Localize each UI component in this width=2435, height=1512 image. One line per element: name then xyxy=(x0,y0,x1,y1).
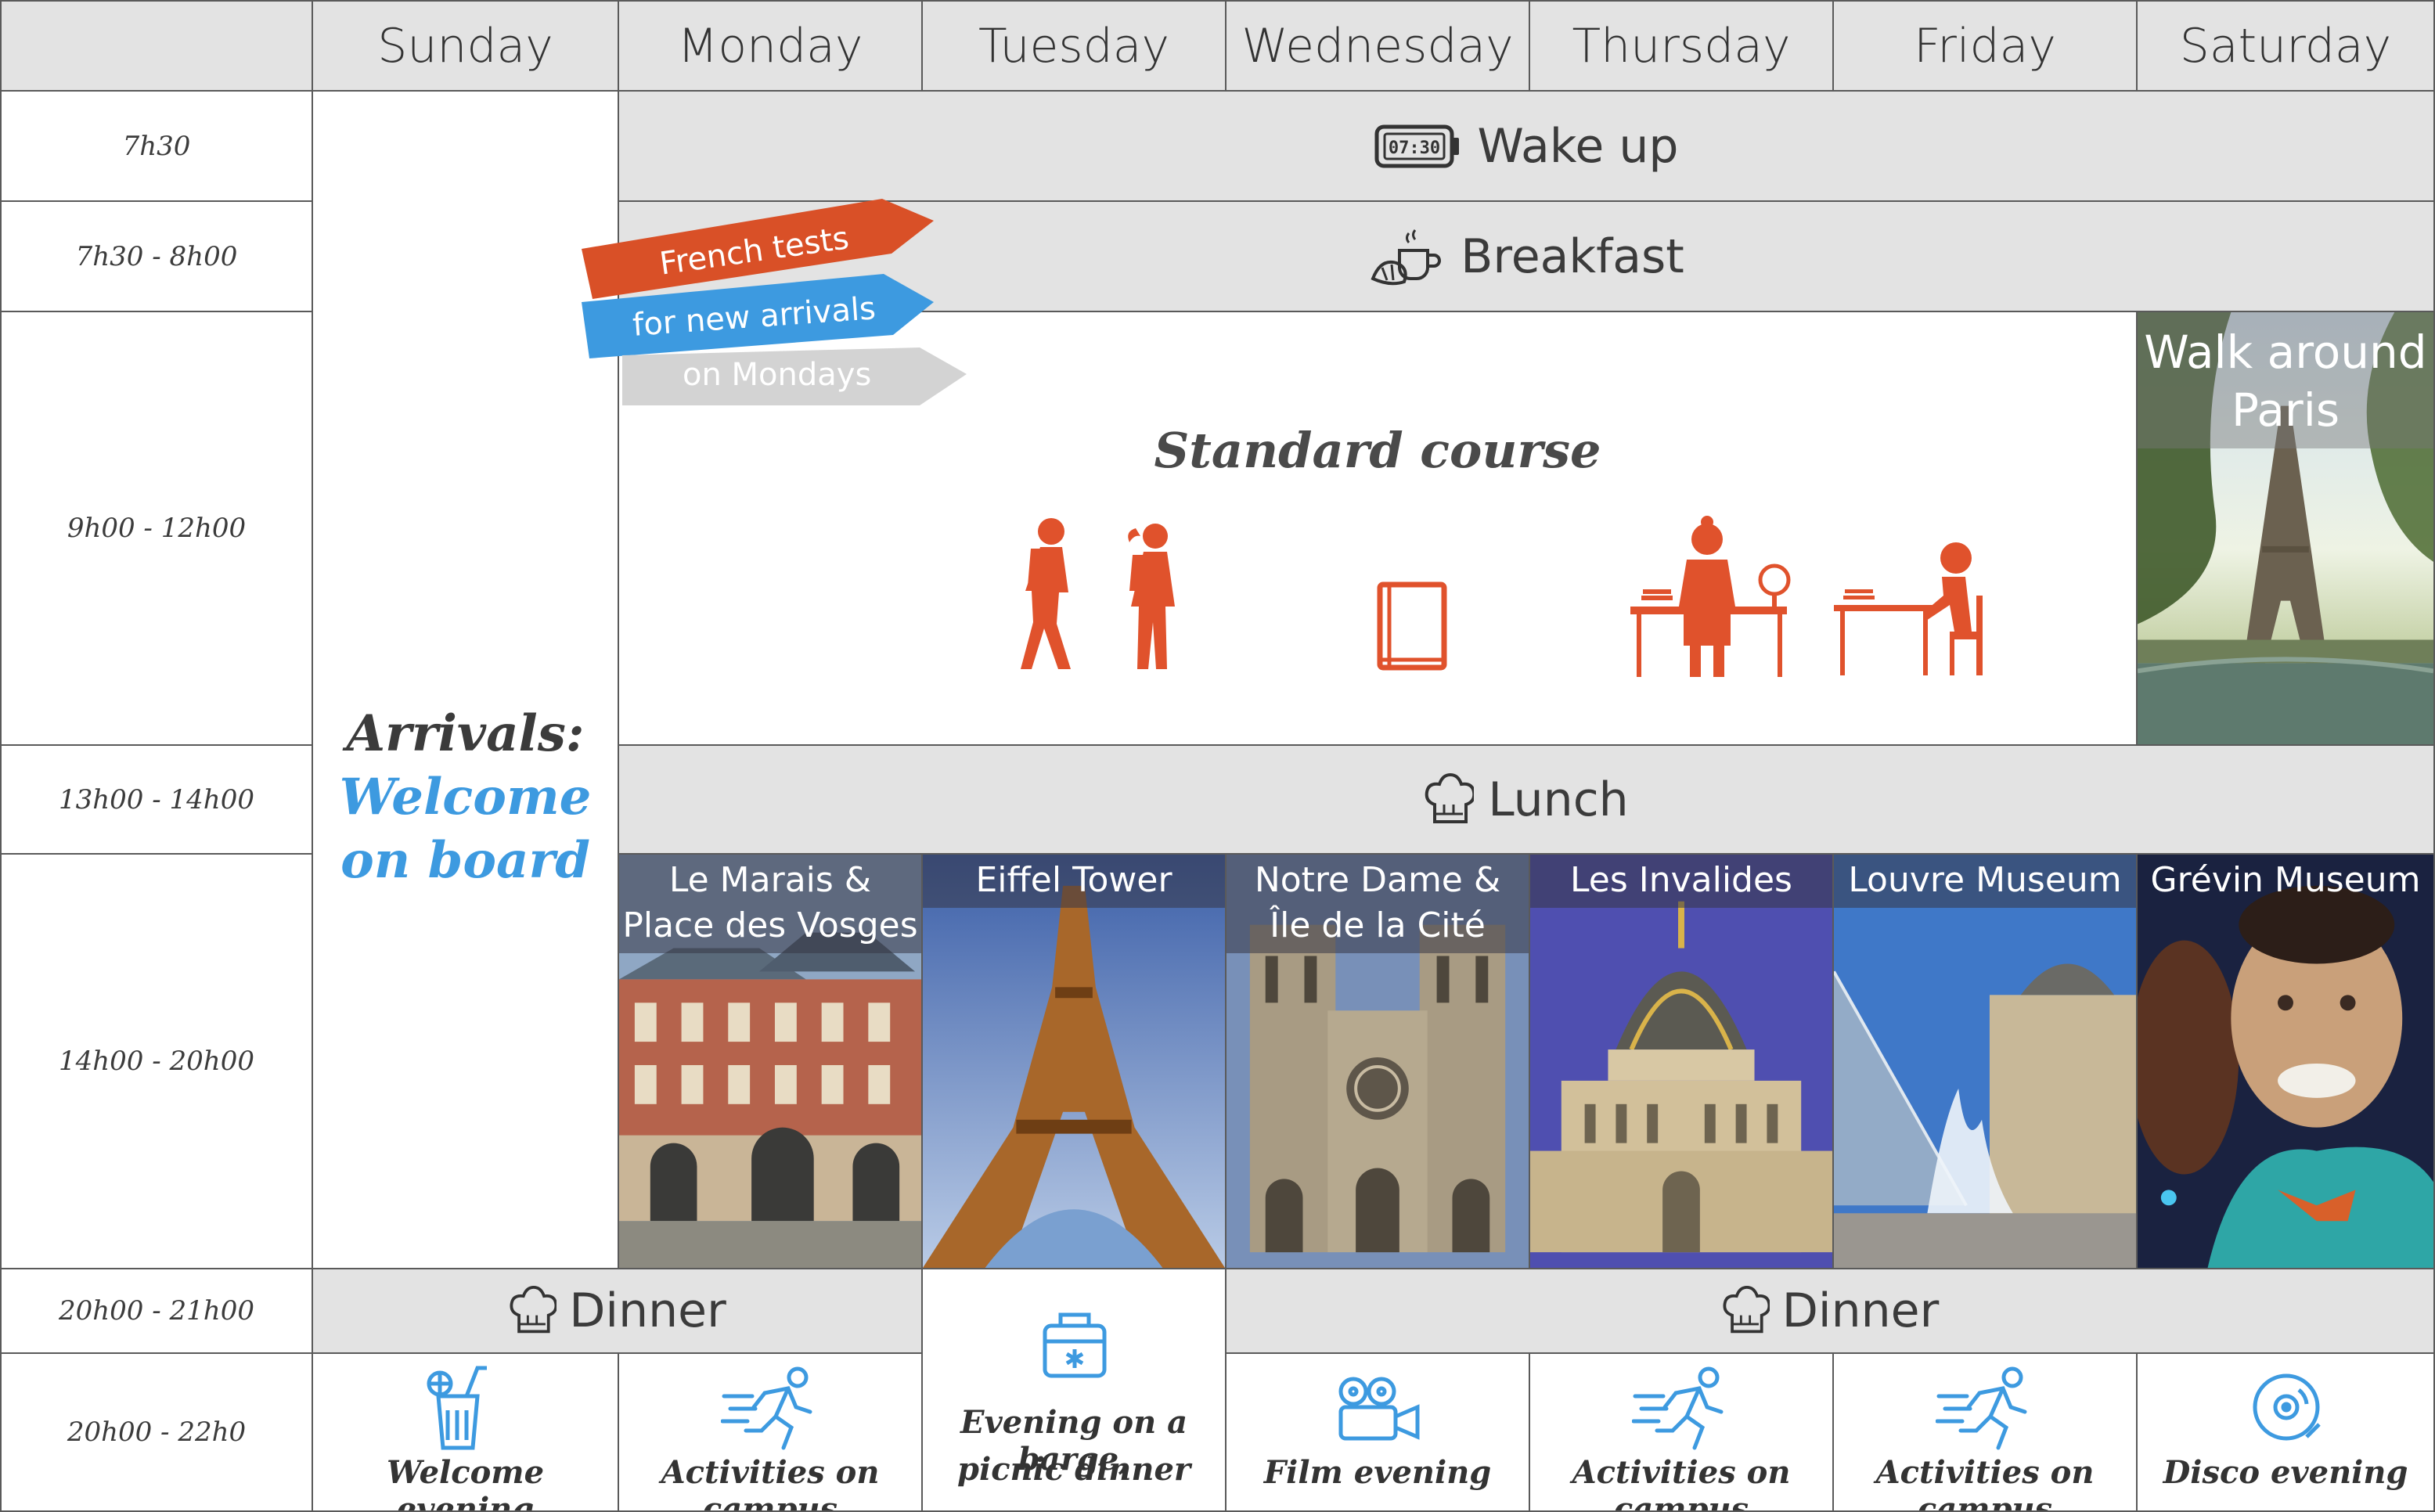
walk-around-paris-line2: Paris xyxy=(2231,383,2340,437)
visit-grevin-museum: Grévin Museum xyxy=(2138,855,2435,1269)
day-header-monday: Monday xyxy=(619,0,923,92)
french-tests-line3: on Mondays xyxy=(683,357,872,393)
time-slot-afternoon: 14h00 - 20h00 xyxy=(0,855,313,1269)
visit-le-marais-line1: Le Marais & xyxy=(668,860,872,900)
alarm-clock-time: 07:30 xyxy=(1388,139,1439,158)
visit-louvre-museum-label: Louvre Museum xyxy=(1848,860,2122,900)
teacher-desk-icon xyxy=(1630,516,1791,677)
dinner-row-sun-mon: Dinner xyxy=(313,1269,923,1354)
breakfast-label: Breakfast xyxy=(1461,229,1684,284)
visit-le-marais: Le Marais & Place des Vosges xyxy=(619,855,923,1269)
running-icon xyxy=(1936,1366,2027,1450)
evening-thursday: Activities on campus xyxy=(1530,1354,1834,1512)
dinner-label: Dinner xyxy=(1781,1283,1940,1338)
drink-icon xyxy=(427,1366,487,1450)
running-icon xyxy=(1632,1366,1724,1450)
walk-around-paris-line1: Walk around xyxy=(2144,326,2427,379)
evening-tuesday-label2: picnic dinner xyxy=(957,1451,1190,1488)
visit-le-marais-line2: Place des Vosges xyxy=(622,905,918,945)
visit-notre-dame-line2: Île de la Cité xyxy=(1270,905,1486,945)
day-header-thursday: Thursday xyxy=(1530,0,1834,92)
time-slot-breakfast: 7h30 - 8h00 xyxy=(0,202,313,312)
students-walking-icon xyxy=(1021,518,1175,669)
arrivals-welcome: Welcome xyxy=(339,768,592,826)
running-icon xyxy=(721,1366,812,1450)
visit-grevin-museum-label: Grévin Museum xyxy=(2150,860,2421,900)
wax-figures-image xyxy=(2138,855,2433,1268)
lunch-label: Lunch xyxy=(1488,772,1629,827)
day-header-tuesday: Tuesday xyxy=(923,0,1227,92)
time-slot-wake: 7h30 xyxy=(0,92,313,202)
visit-eiffel-tower-label: Eiffel Tower xyxy=(975,860,1172,900)
evening-saturday-label: Disco evening xyxy=(2163,1454,2408,1491)
chef-hat-icon xyxy=(1424,772,1475,826)
louvre-pyramid-image xyxy=(1834,855,2136,1268)
coffee-croissant-icon xyxy=(1368,224,1446,290)
evening-wednesday: Film evening xyxy=(1227,1354,1530,1512)
visit-notre-dame-line1: Notre Dame & xyxy=(1254,860,1501,900)
visit-les-invalides-label: Les Invalides xyxy=(1570,860,1792,900)
arrivals-title: Arrivals: xyxy=(346,704,585,763)
corner-cell xyxy=(0,0,313,92)
evening-friday-label: Activities on campus xyxy=(1875,1454,2095,1512)
time-slot-dinner: 20h00 - 21h00 xyxy=(0,1269,313,1354)
evening-sunday: Welcome evening xyxy=(313,1354,619,1512)
dinner-label: Dinner xyxy=(569,1283,726,1338)
lunch-row: Lunch xyxy=(619,746,2435,855)
wake-up-label: Wake up xyxy=(1477,118,1679,174)
les-invalides-image xyxy=(1530,855,1832,1268)
chef-hat-icon xyxy=(508,1286,557,1336)
dinner-row-wed-sat: Dinner xyxy=(1227,1269,2435,1354)
walk-around-paris-cell: Walk around Paris xyxy=(2138,312,2435,746)
eiffel-tower-image xyxy=(923,855,1225,1268)
evening-monday-label: Activities on campus xyxy=(661,1454,880,1512)
visit-les-invalides: Les Invalides xyxy=(1530,855,1834,1269)
film-camera-icon xyxy=(1338,1377,1420,1441)
chef-hat-icon xyxy=(1721,1286,1770,1336)
visit-louvre-museum: Louvre Museum xyxy=(1834,855,2138,1269)
visit-notre-dame: Notre Dame & Île de la Cité xyxy=(1227,855,1530,1269)
book-icon xyxy=(1377,581,1447,671)
weekly-schedule: Sunday Monday Tuesday Wednesday Thursday… xyxy=(0,0,2435,1512)
day-header-saturday: Saturday xyxy=(2138,0,2435,92)
wake-up-row: 07:30 Wake up xyxy=(619,92,2435,202)
arrivals-cell: Arrivals: Welcome on board xyxy=(313,92,619,1269)
day-header-wednesday: Wednesday xyxy=(1227,0,1530,92)
evening-wednesday-label: Film evening xyxy=(1263,1454,1492,1491)
evening-friday: Activities on campus xyxy=(1834,1354,2138,1512)
arrivals-on-board: on board xyxy=(340,831,590,890)
time-slot-evening: 20h00 - 22h0 xyxy=(0,1354,313,1512)
evening-tuesday: Evening on a barge, picnic dinner xyxy=(923,1269,1227,1512)
visit-eiffel-tower: Eiffel Tower xyxy=(923,855,1227,1269)
standard-course-title: Standard course xyxy=(1154,422,1601,479)
alarm-clock-icon: 07:30 xyxy=(1374,122,1462,171)
evening-saturday: Disco evening xyxy=(2138,1354,2435,1512)
day-header-sunday: Sunday xyxy=(313,0,619,92)
cooler-icon xyxy=(1043,1312,1107,1378)
vinyl-record-icon xyxy=(2253,1373,2321,1441)
evening-monday: Activities on campus xyxy=(619,1354,923,1512)
time-slot-morning: 9h00 - 12h00 xyxy=(0,312,313,746)
student-writing-icon xyxy=(1834,542,1983,675)
day-header-friday: Friday xyxy=(1834,0,2138,92)
evening-thursday-label: Activities on campus xyxy=(1572,1454,1791,1512)
evening-sunday-label: Welcome evening xyxy=(386,1454,545,1512)
time-slot-lunch: 13h00 - 14h00 xyxy=(0,746,313,855)
